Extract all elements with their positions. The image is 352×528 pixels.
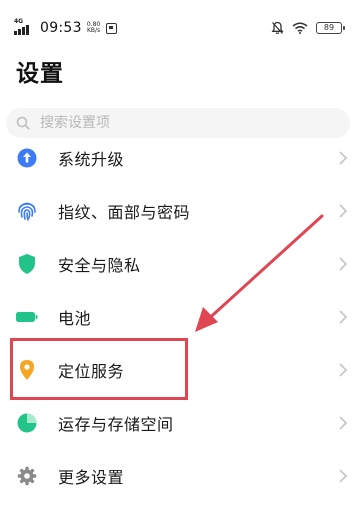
storage-pie-icon bbox=[16, 412, 38, 434]
menu-item-memory-storage[interactable]: 运存与存储空间 bbox=[0, 397, 352, 449]
menu-item-more-settings[interactable]: 更多设置 bbox=[0, 450, 352, 502]
menu-item-battery[interactable]: 电池 bbox=[0, 291, 352, 343]
menu-item-label: 指纹、面部与密码 bbox=[58, 203, 191, 222]
menu-item-fingerprint-face-password[interactable]: 指纹、面部与密码 bbox=[0, 185, 352, 237]
status-time: 09:53 bbox=[40, 20, 82, 36]
mute-bell-icon bbox=[271, 21, 284, 34]
notification-app-icon bbox=[106, 22, 118, 34]
search-icon bbox=[16, 116, 30, 130]
chevron-right-icon bbox=[339, 151, 348, 165]
chevron-right-icon bbox=[339, 257, 348, 271]
chevron-right-icon bbox=[339, 416, 348, 430]
network-speed: 0.80 KB/s bbox=[87, 22, 100, 34]
menu-item-label: 更多设置 bbox=[58, 468, 125, 487]
chevron-right-icon bbox=[339, 363, 348, 377]
highlight-box bbox=[10, 338, 188, 400]
menu-item-label: 安全与隐私 bbox=[58, 256, 141, 275]
cellular-signal-icon: 4G bbox=[14, 19, 36, 35]
wifi-icon bbox=[292, 22, 308, 34]
status-bar: 4G 09:53 0.80 KB/s 89 bbox=[0, 0, 352, 40]
menu-item-label: 电池 bbox=[58, 309, 92, 328]
chevron-right-icon bbox=[339, 469, 348, 483]
chevron-right-icon bbox=[339, 310, 348, 324]
shield-icon bbox=[16, 253, 38, 275]
battery-icon: 89 bbox=[316, 22, 345, 34]
system-update-icon bbox=[16, 147, 38, 169]
search-input[interactable] bbox=[38, 114, 322, 132]
battery-level: 89 bbox=[323, 23, 335, 32]
chevron-right-icon bbox=[339, 204, 348, 218]
gear-icon bbox=[16, 465, 38, 487]
fingerprint-icon bbox=[16, 200, 38, 222]
menu-item-label: 系统升级 bbox=[58, 150, 125, 169]
network-speed-unit: KB/s bbox=[86, 27, 101, 34]
menu-item-label: 运存与存储空间 bbox=[58, 415, 174, 434]
menu-item-security-privacy[interactable]: 安全与隐私 bbox=[0, 238, 352, 290]
battery-icon bbox=[16, 306, 38, 328]
page-title: 设置 bbox=[16, 61, 64, 87]
menu-item-system-update[interactable]: 系统升级 bbox=[0, 132, 352, 184]
